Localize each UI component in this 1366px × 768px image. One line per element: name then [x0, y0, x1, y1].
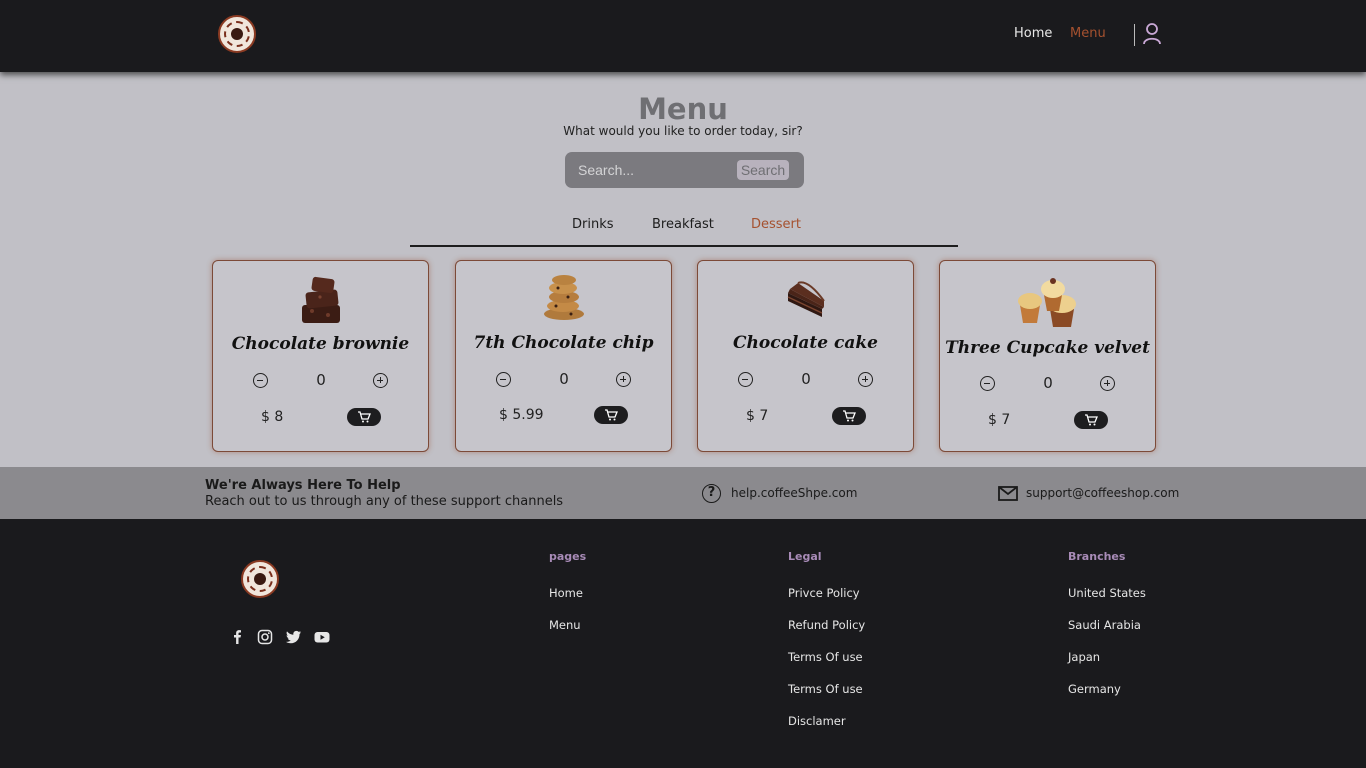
quantity-value: 0 [559, 370, 569, 388]
footer-link-germany[interactable]: Germany [1068, 682, 1121, 696]
add-to-cart-button[interactable] [1074, 411, 1108, 429]
support-text: Reach out to us through any of these sup… [205, 494, 564, 509]
add-to-cart-button[interactable] [832, 407, 866, 425]
page-subtitle: What would you like to order today, sir? [563, 124, 803, 138]
footer-link-privacy-policy[interactable]: Privce Policy [788, 586, 860, 600]
product-name: Chocolate brownie [231, 334, 410, 354]
quantity-value: 0 [1043, 374, 1053, 392]
search-button[interactable]: Search [737, 160, 789, 180]
product-price: $ 7 [746, 408, 769, 424]
footer-link-united-states[interactable]: United States [1068, 586, 1146, 600]
cart-icon [1085, 414, 1098, 426]
question-mark-icon: ? [702, 484, 721, 503]
site-header: Home Menu [0, 0, 1366, 72]
footer-link-menu[interactable]: Menu [549, 618, 581, 632]
decrease-quantity-button[interactable] [496, 372, 511, 387]
product-card: 7th Chocolate chip 0 $ 5.99 [455, 260, 672, 452]
decrease-quantity-button[interactable] [980, 376, 995, 391]
footer-heading-pages: pages [549, 550, 587, 563]
support-email-link[interactable]: support@coffeeshop.com [1026, 486, 1179, 500]
mail-icon [998, 486, 1018, 501]
coffee-shop-logo[interactable] [218, 15, 256, 53]
facebook-icon[interactable] [229, 629, 245, 645]
footer-heading-branches: Branches [1068, 550, 1126, 563]
product-name: Chocolate cake [733, 333, 878, 353]
cookies-image [543, 275, 584, 320]
footer-link-terms-of-use[interactable]: Terms Of use [788, 650, 863, 664]
product-card: Three Cupcake velvet 0 $ 7 [939, 260, 1156, 452]
increase-quantity-button[interactable] [1100, 376, 1115, 391]
footer-link-terms-of-use-2[interactable]: Terms Of use [788, 682, 863, 696]
cart-icon [605, 409, 618, 421]
footer-heading-legal: Legal [788, 550, 822, 563]
product-price: $ 7 [988, 412, 1011, 428]
brownie-image [301, 276, 340, 323]
page-title: Menu [638, 92, 728, 126]
user-icon[interactable] [1142, 22, 1162, 46]
support-title: We're Always Here To Help [205, 478, 401, 493]
product-name: Three Cupcake velvet [945, 338, 1150, 358]
footer-link-refund-policy[interactable]: Refund Policy [788, 618, 865, 632]
nav-menu-link[interactable]: Menu [1070, 26, 1106, 41]
footer-link-japan[interactable]: Japan [1068, 650, 1100, 664]
quantity-value: 0 [801, 370, 811, 388]
product-price: $ 5.99 [499, 407, 544, 423]
footer-link-home[interactable]: Home [549, 586, 583, 600]
youtube-icon[interactable] [314, 629, 330, 645]
add-to-cart-button[interactable] [347, 408, 381, 426]
cupcakes-image [1017, 278, 1076, 327]
product-name: 7th Chocolate chip [473, 333, 654, 353]
menu-section: Menu What would you like to order today,… [0, 72, 1366, 467]
cart-icon [358, 411, 371, 423]
nav-home-link[interactable]: Home [1014, 26, 1052, 41]
product-card: Chocolate brownie 0 $ 8 [212, 260, 429, 452]
product-card: Chocolate cake 0 $ 7 [697, 260, 914, 452]
footer-link-saudi-arabia[interactable]: Saudi Arabia [1068, 618, 1141, 632]
cake-slice-image [787, 281, 825, 317]
increase-quantity-button[interactable] [373, 373, 388, 388]
search-input[interactable] [573, 158, 733, 182]
tab-dessert[interactable]: Dessert [751, 217, 801, 232]
increase-quantity-button[interactable] [858, 372, 873, 387]
tabs-underline [410, 245, 958, 247]
help-site-link[interactable]: help.coffeeShpe.com [731, 486, 857, 500]
decrease-quantity-button[interactable] [738, 372, 753, 387]
footer-link-disclaimer[interactable]: Disclamer [788, 714, 846, 728]
nav-divider [1134, 24, 1135, 46]
add-to-cart-button[interactable] [594, 406, 628, 424]
increase-quantity-button[interactable] [616, 372, 631, 387]
tab-drinks[interactable]: Drinks [572, 217, 614, 232]
tab-breakfast[interactable]: Breakfast [652, 217, 714, 232]
support-bar: We're Always Here To Help Reach out to u… [0, 467, 1366, 519]
twitter-icon[interactable] [286, 629, 302, 645]
product-price: $ 8 [261, 409, 284, 425]
quantity-value: 0 [316, 371, 326, 389]
site-footer: pages Home Menu Legal Privce Policy Refu… [0, 519, 1366, 768]
cart-icon [843, 410, 856, 422]
coffee-shop-logo[interactable] [241, 560, 279, 598]
decrease-quantity-button[interactable] [253, 373, 268, 388]
instagram-icon[interactable] [257, 629, 273, 645]
